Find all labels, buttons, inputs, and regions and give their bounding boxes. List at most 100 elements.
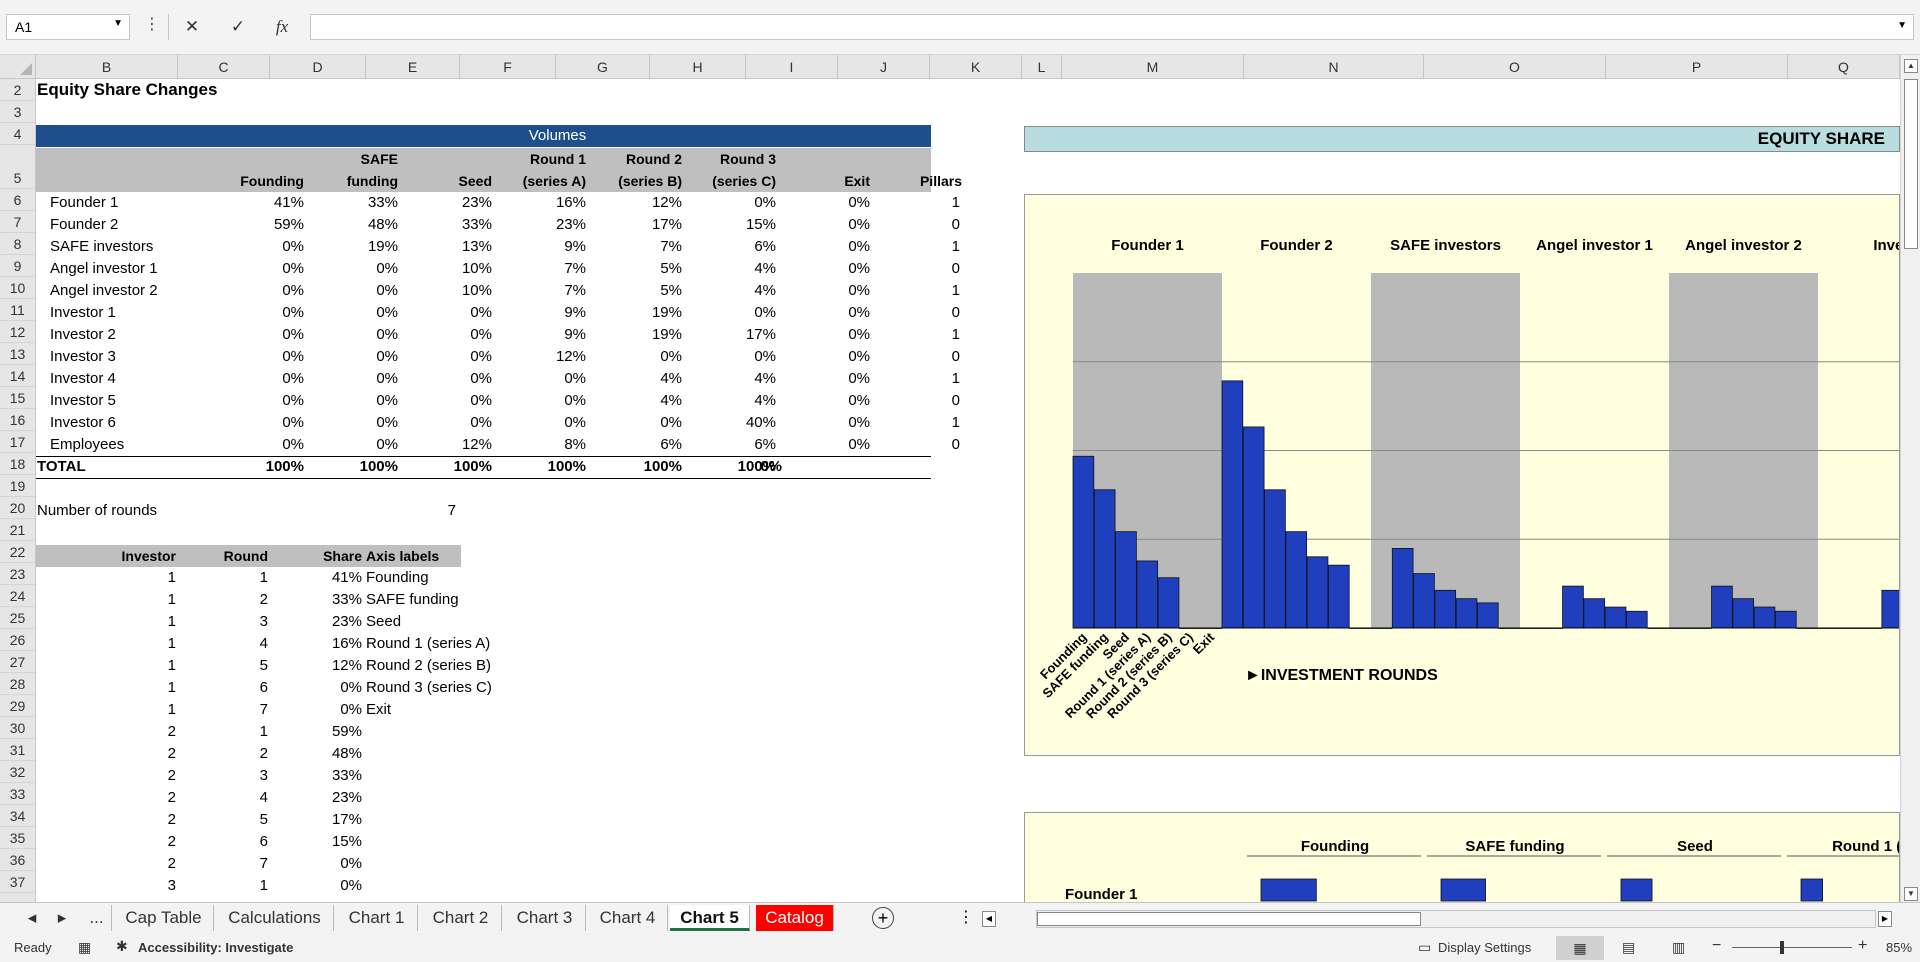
list-cell[interactable]: 6 [178, 831, 268, 853]
chart-bar[interactable] [1115, 531, 1137, 629]
total-cell[interactable]: 100% [308, 456, 398, 478]
row-header[interactable]: 26 [0, 629, 35, 651]
tab-chart-4[interactable]: Chart 4 [588, 905, 668, 931]
table-cell[interactable]: 0% [308, 390, 398, 412]
row-header[interactable]: 5 [0, 145, 35, 189]
tab-calculations[interactable]: Calculations [216, 905, 334, 931]
table-cell[interactable]: 33% [402, 214, 492, 236]
chart-bar[interactable] [1753, 606, 1776, 629]
table-cell[interactable]: 0% [402, 302, 492, 324]
close-icon[interactable]: ✕ [176, 14, 208, 40]
tab-chart-3[interactable]: Chart 3 [504, 905, 586, 931]
column-header[interactable]: P [1606, 55, 1788, 79]
row-header[interactable]: 27 [0, 651, 35, 673]
row-header[interactable]: 16 [0, 409, 35, 431]
table-cell[interactable]: 0 [870, 390, 960, 412]
row-header[interactable]: 33 [0, 783, 35, 805]
row-header[interactable]: 30 [0, 717, 35, 739]
row-header[interactable]: 21 [0, 519, 35, 541]
formula-input[interactable]: ▼ [310, 14, 1914, 40]
table-cell[interactable]: 1 [870, 192, 960, 214]
chart-bar[interactable] [1136, 560, 1159, 629]
accessibility-status[interactable]: Accessibility: Investigate [138, 940, 293, 955]
table-cell[interactable]: 1 [870, 368, 960, 390]
table-cell[interactable]: 0% [308, 280, 398, 302]
table-cell[interactable]: 10% [402, 258, 492, 280]
chart-bar[interactable] [1881, 589, 1900, 629]
table-cell[interactable]: 0% [496, 368, 586, 390]
row-header[interactable]: 10 [0, 277, 35, 299]
column-header[interactable]: N [1244, 55, 1424, 79]
table-cell[interactable]: 17% [592, 214, 682, 236]
list-cell[interactable]: 33% [272, 589, 362, 611]
list-cell[interactable]: 2 [86, 765, 176, 787]
table-cell[interactable]: 23% [402, 192, 492, 214]
table-cell[interactable]: 0% [780, 434, 870, 456]
table-cell[interactable]: 5% [592, 258, 682, 280]
table-cell[interactable]: 0 [870, 302, 960, 324]
table-cell[interactable]: 0% [780, 258, 870, 280]
list-cell[interactable]: 59% [272, 721, 362, 743]
row-header[interactable]: 23 [0, 563, 35, 585]
list-cell[interactable]: 1 [86, 589, 176, 611]
table-cell[interactable]: 0% [780, 236, 870, 258]
total-cell[interactable]: 100% [402, 456, 492, 478]
worksheet-grid[interactable]: Equity Share Changes Volumes Founding SAF… [36, 79, 1900, 902]
chart-bar[interactable] [1604, 606, 1627, 629]
scroll-left-icon[interactable]: ◀ [982, 911, 996, 927]
total-cell[interactable]: 100% [214, 456, 304, 478]
table-cell[interactable]: 5% [592, 280, 682, 302]
table-cell[interactable]: 0% [214, 346, 304, 368]
list-cell[interactable]: 0% [272, 699, 362, 721]
list-cell[interactable]: 41% [272, 567, 362, 589]
chart-bar[interactable] [1242, 426, 1265, 629]
chart-bar[interactable] [1264, 489, 1286, 629]
chart-bar[interactable] [1328, 564, 1350, 629]
row-header[interactable]: 36 [0, 849, 35, 871]
table-cell[interactable]: 0% [780, 346, 870, 368]
table-cell[interactable]: 0% [402, 324, 492, 346]
row-header[interactable]: 20 [0, 497, 35, 519]
select-all-button[interactable] [0, 55, 36, 79]
table-cell[interactable]: 0% [214, 258, 304, 280]
chart-bar[interactable] [1711, 585, 1733, 629]
chart-bar[interactable] [1626, 610, 1648, 629]
row-header[interactable]: 31 [0, 739, 35, 761]
row-header[interactable]: 32 [0, 761, 35, 783]
list-cell[interactable]: Round 1 (series A) [366, 633, 490, 655]
list-cell[interactable]: 0% [272, 853, 362, 875]
chart-bar[interactable] [1562, 585, 1584, 629]
list-cell[interactable]: 15% [272, 831, 362, 853]
accessibility-icon[interactable]: ✱ [116, 938, 128, 955]
column-header[interactable]: C [178, 55, 270, 79]
row-header[interactable]: 28 [0, 673, 35, 695]
table-cell[interactable]: 0 [870, 346, 960, 368]
table-cell[interactable]: 0% [780, 280, 870, 302]
table-cell[interactable]: 0% [214, 236, 304, 258]
column-header[interactable]: K [930, 55, 1022, 79]
list-cell[interactable]: 23% [272, 787, 362, 809]
list-cell[interactable]: 1 [178, 875, 268, 897]
table-cell[interactable]: 59% [214, 214, 304, 236]
list-cell[interactable]: 4 [178, 633, 268, 655]
table-cell[interactable]: 6% [686, 434, 776, 456]
list-cell[interactable]: 2 [86, 809, 176, 831]
row-header[interactable]: 37 [0, 871, 35, 893]
table-cell[interactable]: 9% [496, 324, 586, 346]
list-cell[interactable]: 1 [86, 699, 176, 721]
table-cell[interactable]: 16% [496, 192, 586, 214]
list-cell[interactable]: 23% [272, 611, 362, 633]
total-cell[interactable]: 100% [496, 456, 586, 478]
table-cell[interactable]: 23% [496, 214, 586, 236]
table-cell[interactable]: 0% [402, 412, 492, 434]
table-cell[interactable]: 0% [402, 346, 492, 368]
table-cell[interactable]: 13% [402, 236, 492, 258]
list-cell[interactable]: 2 [86, 831, 176, 853]
list-cell[interactable]: 17% [272, 809, 362, 831]
tab-catalog[interactable]: Catalog [756, 905, 834, 931]
row-header[interactable]: 3 [0, 101, 35, 123]
table-cell[interactable]: 0% [308, 434, 398, 456]
table-cell[interactable]: 1 [870, 236, 960, 258]
chart-bar[interactable] [1413, 573, 1435, 629]
list-cell[interactable]: 33% [272, 765, 362, 787]
